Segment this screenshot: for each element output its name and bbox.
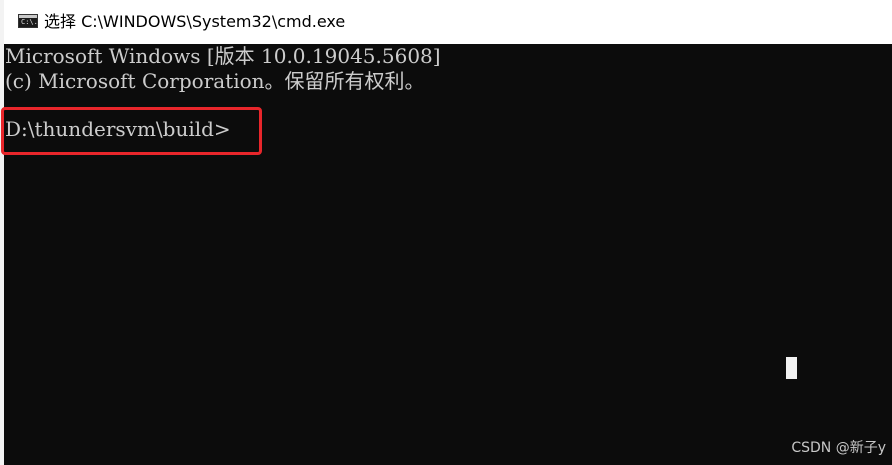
prompt-highlight-box	[1, 107, 262, 155]
console-line-version: Microsoft Windows [版本 10.0.19045.5608]	[5, 44, 441, 68]
console-output-area[interactable]: Microsoft Windows [版本 10.0.19045.5608] (…	[1, 44, 892, 465]
console-line-copyright: (c) Microsoft Corporation。保留所有权利。	[5, 69, 425, 93]
window-title: 选择 C:\WINDOWS\System32\cmd.exe	[44, 12, 346, 31]
csdn-watermark: CSDN @新子y	[791, 440, 886, 456]
cmd-window: C:\. 选择 C:\WINDOWS\System32\cmd.exe Micr…	[0, 0, 892, 465]
cmd-console-icon[interactable]: C:\.	[18, 14, 38, 28]
text-cursor	[786, 357, 797, 379]
title-bar[interactable]: C:\. 选择 C:\WINDOWS\System32\cmd.exe	[4, 0, 892, 44]
icon-prompt-glyph: C:\.	[21, 18, 38, 26]
